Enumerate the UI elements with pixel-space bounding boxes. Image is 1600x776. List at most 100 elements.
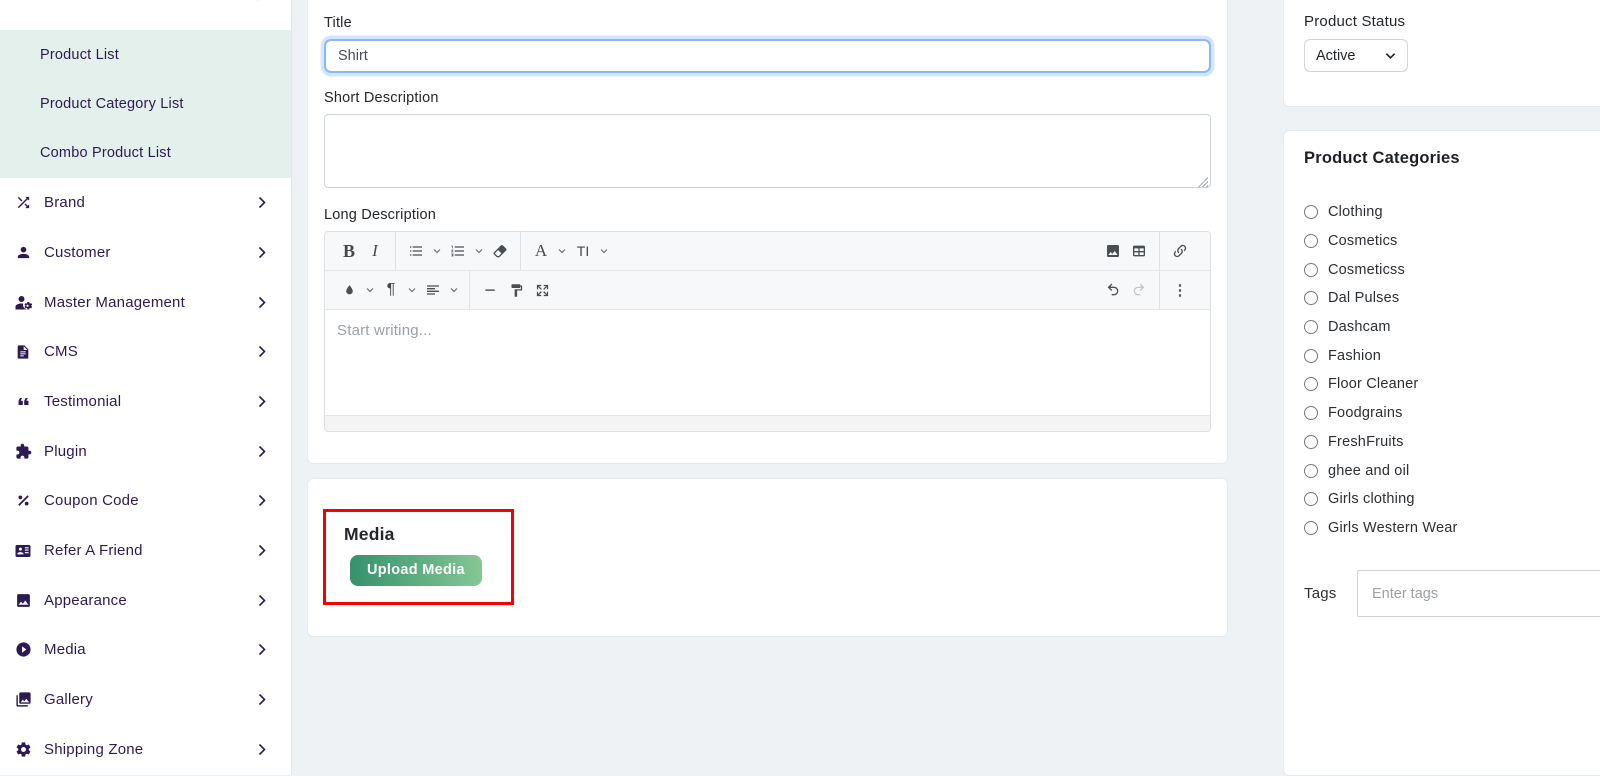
product-status-select[interactable]: Active <box>1304 39 1408 72</box>
sidebar-item-product-list[interactable]: Product List <box>0 30 291 79</box>
sidebar-item-combo-product-list[interactable]: Combo Product List <box>0 129 291 178</box>
media-heading: Media <box>344 524 511 545</box>
chevron-right-icon <box>258 594 266 607</box>
category-option-ghee-and-oil[interactable]: ghee and oil <box>1304 456 1600 485</box>
category-label: Cosmetics <box>1328 233 1397 249</box>
category-option-dashcam[interactable]: Dashcam <box>1304 313 1600 342</box>
sidebar-item-shipping-zone[interactable]: Shipping Zone <box>0 724 291 774</box>
radio-button[interactable] <box>1304 464 1318 478</box>
category-option-girls-clothing[interactable]: Girls clothing <box>1304 485 1600 514</box>
category-option-freshfruits[interactable]: FreshFruits <box>1304 428 1600 457</box>
sidebar-item-customer[interactable]: Customer <box>0 228 291 278</box>
insert-link-icon[interactable] <box>1167 236 1193 266</box>
radio-button[interactable] <box>1304 377 1318 391</box>
sidebar-item-refer-a-friend[interactable]: Refer A Friend <box>0 526 291 576</box>
chevron-right-icon <box>258 643 266 656</box>
product-status-card: Product Status Active <box>1283 0 1600 107</box>
sidebar-item-media[interactable]: Media <box>0 625 291 675</box>
document-icon <box>14 343 32 361</box>
chevron-down-icon[interactable] <box>446 275 462 305</box>
sidebar-item-plugin[interactable]: Plugin <box>0 426 291 476</box>
radio-button[interactable] <box>1304 349 1318 363</box>
category-option-foodgrains[interactable]: Foodgrains <box>1304 399 1600 428</box>
editor-statusbar <box>325 415 1210 431</box>
chevron-down-icon[interactable] <box>554 236 570 266</box>
radio-button[interactable] <box>1304 435 1318 449</box>
tags-label: Tags <box>1304 585 1344 602</box>
sidebar-item-label: Customer <box>41 244 258 261</box>
person-gear-icon <box>14 293 32 311</box>
photo-library-icon <box>14 691 32 709</box>
undo-icon[interactable] <box>1100 275 1126 305</box>
chevron-down-icon[interactable] <box>429 236 445 266</box>
category-label: Fashion <box>1328 348 1381 364</box>
radio-button[interactable] <box>1304 234 1318 248</box>
align-icon[interactable] <box>420 275 446 305</box>
radio-button[interactable] <box>1304 521 1318 535</box>
chevron-right-icon <box>258 395 266 408</box>
paragraph-icon[interactable]: ¶ <box>378 275 404 305</box>
category-option-fashion[interactable]: Fashion <box>1304 341 1600 370</box>
media-card: Media Upload Media <box>307 478 1228 637</box>
sidebar-item-label: Refer A Friend <box>41 542 258 559</box>
editor-placeholder: Start writing... <box>337 322 432 339</box>
sidebar-item-label: Plugin <box>41 443 258 460</box>
submenu-item-label: Product Category List <box>40 96 184 112</box>
category-label: FreshFruits <box>1328 434 1404 450</box>
format-paint-icon[interactable] <box>503 275 529 305</box>
sidebar-item-gallery[interactable]: Gallery <box>0 675 291 725</box>
category-option-clothing[interactable]: Clothing <box>1304 198 1600 227</box>
radio-button[interactable] <box>1304 263 1318 277</box>
numbered-list-icon[interactable] <box>445 236 471 266</box>
category-option-cosmeticss[interactable]: Cosmeticss <box>1304 255 1600 284</box>
sidebar-item-brand[interactable]: Brand <box>0 178 291 228</box>
fill-color-icon[interactable] <box>336 275 362 305</box>
chevron-right-icon <box>258 494 266 507</box>
category-option-floor-cleaner[interactable]: Floor Cleaner <box>1304 370 1600 399</box>
editor-content-area[interactable]: Start writing... <box>325 310 1210 415</box>
shuffle-icon <box>14 194 32 212</box>
radio-button[interactable] <box>1304 406 1318 420</box>
submenu-item-label: Product List <box>40 47 119 63</box>
more-options-icon[interactable]: ⋮ <box>1167 275 1193 305</box>
eraser-icon[interactable] <box>487 236 513 266</box>
category-option-cosmetics[interactable]: Cosmetics <box>1304 227 1600 256</box>
bullet-list-icon[interactable] <box>403 236 429 266</box>
sidebar-item-product[interactable]: Product <box>0 0 291 30</box>
radio-button[interactable] <box>1304 492 1318 506</box>
radio-button[interactable] <box>1304 205 1318 219</box>
radio-button[interactable] <box>1304 291 1318 305</box>
horizontal-rule-icon[interactable] <box>477 275 503 305</box>
short-description-label: Short Description <box>324 90 1211 106</box>
sidebar-item-coupon-code[interactable]: Coupon Code <box>0 476 291 526</box>
insert-image-icon[interactable] <box>1100 236 1126 266</box>
font-color-icon[interactable]: A <box>528 236 554 266</box>
category-option-dal-pulses[interactable]: Dal Pulses <box>1304 284 1600 313</box>
chevron-down-icon[interactable] <box>471 236 487 266</box>
chevron-down-icon[interactable] <box>404 275 420 305</box>
chevron-down-icon[interactable] <box>362 275 378 305</box>
category-option-girls-western-wear[interactable]: Girls Western Wear <box>1304 514 1600 543</box>
category-label: ghee and oil <box>1328 463 1409 479</box>
redo-icon[interactable] <box>1126 275 1152 305</box>
quote-icon <box>14 392 32 410</box>
chevron-down-icon[interactable] <box>596 236 612 266</box>
upload-media-button[interactable]: Upload Media <box>350 555 482 586</box>
fullscreen-icon[interactable] <box>529 275 555 305</box>
sidebar-item-label: CMS <box>41 343 258 360</box>
sidebar-item-master-management[interactable]: Master Management <box>0 277 291 327</box>
sidebar-item-testimonial[interactable]: Testimonial <box>0 377 291 427</box>
sidebar-item-cms[interactable]: CMS <box>0 327 291 377</box>
tags-input[interactable] <box>1357 570 1600 617</box>
title-input[interactable] <box>324 39 1211 73</box>
radio-button[interactable] <box>1304 320 1318 334</box>
product-submenu: Product List Product Category List Combo… <box>0 30 291 178</box>
sidebar-item-product-category-list[interactable]: Product Category List <box>0 79 291 128</box>
editor-toolbar-row-1: B I A TI <box>325 232 1210 271</box>
bold-icon[interactable]: B <box>336 236 362 266</box>
insert-table-icon[interactable] <box>1126 236 1152 266</box>
short-description-textarea[interactable] <box>324 114 1211 188</box>
sidebar-item-appearance[interactable]: Appearance <box>0 575 291 625</box>
font-size-icon[interactable]: TI <box>570 236 596 266</box>
italic-icon[interactable]: I <box>362 236 388 266</box>
